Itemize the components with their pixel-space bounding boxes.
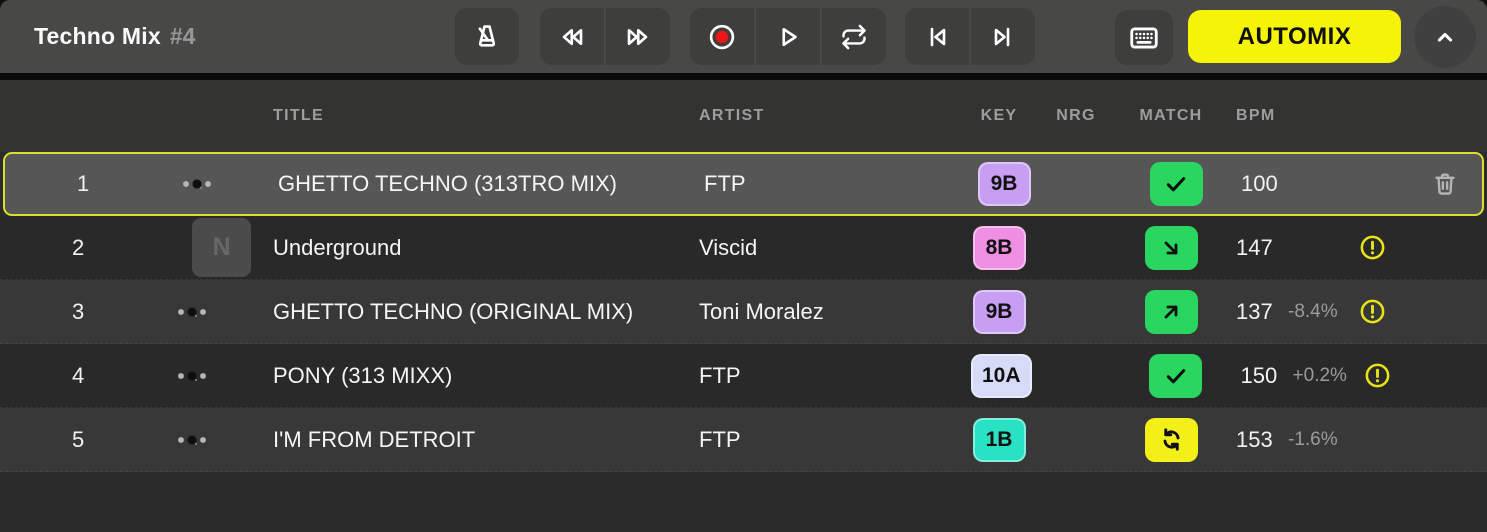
track-artist: FTP — [699, 363, 971, 389]
collapse-button[interactable] — [1414, 6, 1476, 68]
chevron-up-icon — [1431, 23, 1459, 51]
key-badge: 9B — [978, 162, 1031, 206]
track-title: GHETTO TECHNO (313TRO MIX) — [278, 171, 704, 197]
match-badge — [1145, 226, 1198, 270]
warning-icon — [1363, 361, 1392, 390]
sync-icon — [1158, 426, 1185, 453]
seek-button-group — [540, 8, 670, 65]
metronome-icon — [472, 22, 502, 52]
column-header-match: MATCH — [1139, 107, 1203, 125]
rewind-icon — [557, 22, 587, 52]
playlist-title: Techno Mix — [34, 23, 161, 50]
track-artist: Toni Moralez — [699, 299, 971, 325]
fast-forward-icon — [623, 22, 653, 52]
playlist-title-group: Techno Mix #4 — [34, 0, 195, 73]
next-track-button[interactable] — [971, 8, 1035, 65]
track-artist: FTP — [704, 171, 976, 197]
track-artist: Viscid — [699, 235, 971, 261]
tempo-adjustment: +0.2% — [1293, 365, 1359, 387]
record-icon — [707, 22, 737, 52]
track-bpm: 153 — [1236, 427, 1288, 453]
track-row[interactable]: 5 I'M FROM DETROIT FTP 1B — [0, 408, 1487, 472]
column-header-title: TITLE — [273, 107, 699, 125]
track-skip-button-group — [905, 8, 1035, 65]
key-badge: 8B — [973, 226, 1026, 270]
fast-forward-button[interactable] — [606, 8, 670, 65]
previous-track-button[interactable] — [905, 8, 969, 65]
track-row[interactable]: 1 GHETTO TECHNO (313TRO MIX) FTP 9B — [3, 152, 1484, 216]
repeat-icon — [840, 23, 868, 51]
track-number: 1 — [77, 171, 121, 197]
warning-icon — [1358, 297, 1387, 326]
key-badge: 1B — [973, 418, 1026, 462]
column-header-artist: ARTIST — [699, 107, 971, 125]
match-badge — [1149, 354, 1202, 398]
track-title: PONY (313 MIXX) — [273, 363, 699, 389]
automix-button[interactable]: AUTOMIX — [1188, 10, 1401, 63]
track-row[interactable]: 3 GHETTO TECHNO (ORIGINAL MIX) Toni Mora… — [0, 280, 1487, 344]
delete-track-button[interactable] — [1430, 169, 1460, 199]
loop-button[interactable] — [822, 8, 886, 65]
topbar-divider — [0, 73, 1487, 80]
key-badge: 9B — [973, 290, 1026, 334]
arrow-down-right-icon — [1158, 235, 1184, 261]
keyboard-icon — [1128, 22, 1160, 54]
track-number: 2 — [72, 235, 116, 261]
track-list: 1 GHETTO TECHNO (313TRO MIX) FTP 9B — [0, 152, 1487, 472]
tempo-adjustment: -8.4% — [1288, 301, 1354, 323]
match-badge — [1150, 162, 1203, 206]
play-button[interactable] — [756, 8, 820, 65]
track-title: I'M FROM DETROIT — [273, 427, 699, 453]
record-button[interactable] — [690, 8, 754, 65]
track-title: Underground — [273, 235, 699, 261]
match-badge — [1145, 290, 1198, 334]
tempo-adjustment: -1.6% — [1288, 429, 1354, 451]
keyboard-shortcuts-button[interactable] — [1115, 10, 1173, 65]
play-icon — [773, 22, 803, 52]
column-header-key: KEY — [971, 107, 1027, 125]
track-number: 3 — [72, 299, 116, 325]
match-badge — [1145, 418, 1198, 462]
check-icon — [1162, 170, 1190, 198]
track-bpm: 150 — [1241, 363, 1293, 389]
trash-icon — [1430, 169, 1460, 199]
top-bar: Techno Mix #4 — [0, 0, 1487, 73]
track-row[interactable]: 2 N Underground Viscid 8B — [0, 216, 1487, 280]
track-artist: FTP — [699, 427, 971, 453]
column-header-nrg: NRG — [1049, 107, 1103, 125]
playlist-number: #4 — [170, 23, 196, 50]
track-row[interactable]: 4 PONY (313 MIXX) FTP 10A — [0, 344, 1487, 408]
track-title: GHETTO TECHNO (ORIGINAL MIX) — [273, 299, 699, 325]
metronome-button[interactable] — [455, 8, 519, 65]
track-number: 4 — [72, 363, 116, 389]
placeholder-logo: N — [212, 233, 230, 262]
arrow-up-right-icon — [1158, 299, 1184, 325]
table-header: TITLE ARTIST KEY NRG MATCH BPM — [0, 80, 1487, 152]
warning-icon — [1358, 233, 1387, 262]
check-icon — [1162, 362, 1190, 390]
track-number: 5 — [72, 427, 116, 453]
key-badge: 10A — [971, 354, 1032, 398]
dj-playlist-window: Techno Mix #4 — [0, 0, 1487, 532]
column-header-bpm: BPM — [1236, 107, 1288, 125]
track-bpm: 147 — [1236, 235, 1288, 261]
transport-button-group — [690, 8, 886, 65]
previous-track-icon — [922, 22, 952, 52]
track-bpm: 137 — [1236, 299, 1288, 325]
album-art: N — [192, 218, 251, 277]
next-track-icon — [988, 22, 1018, 52]
track-bpm: 100 — [1241, 171, 1293, 197]
rewind-button[interactable] — [540, 8, 604, 65]
